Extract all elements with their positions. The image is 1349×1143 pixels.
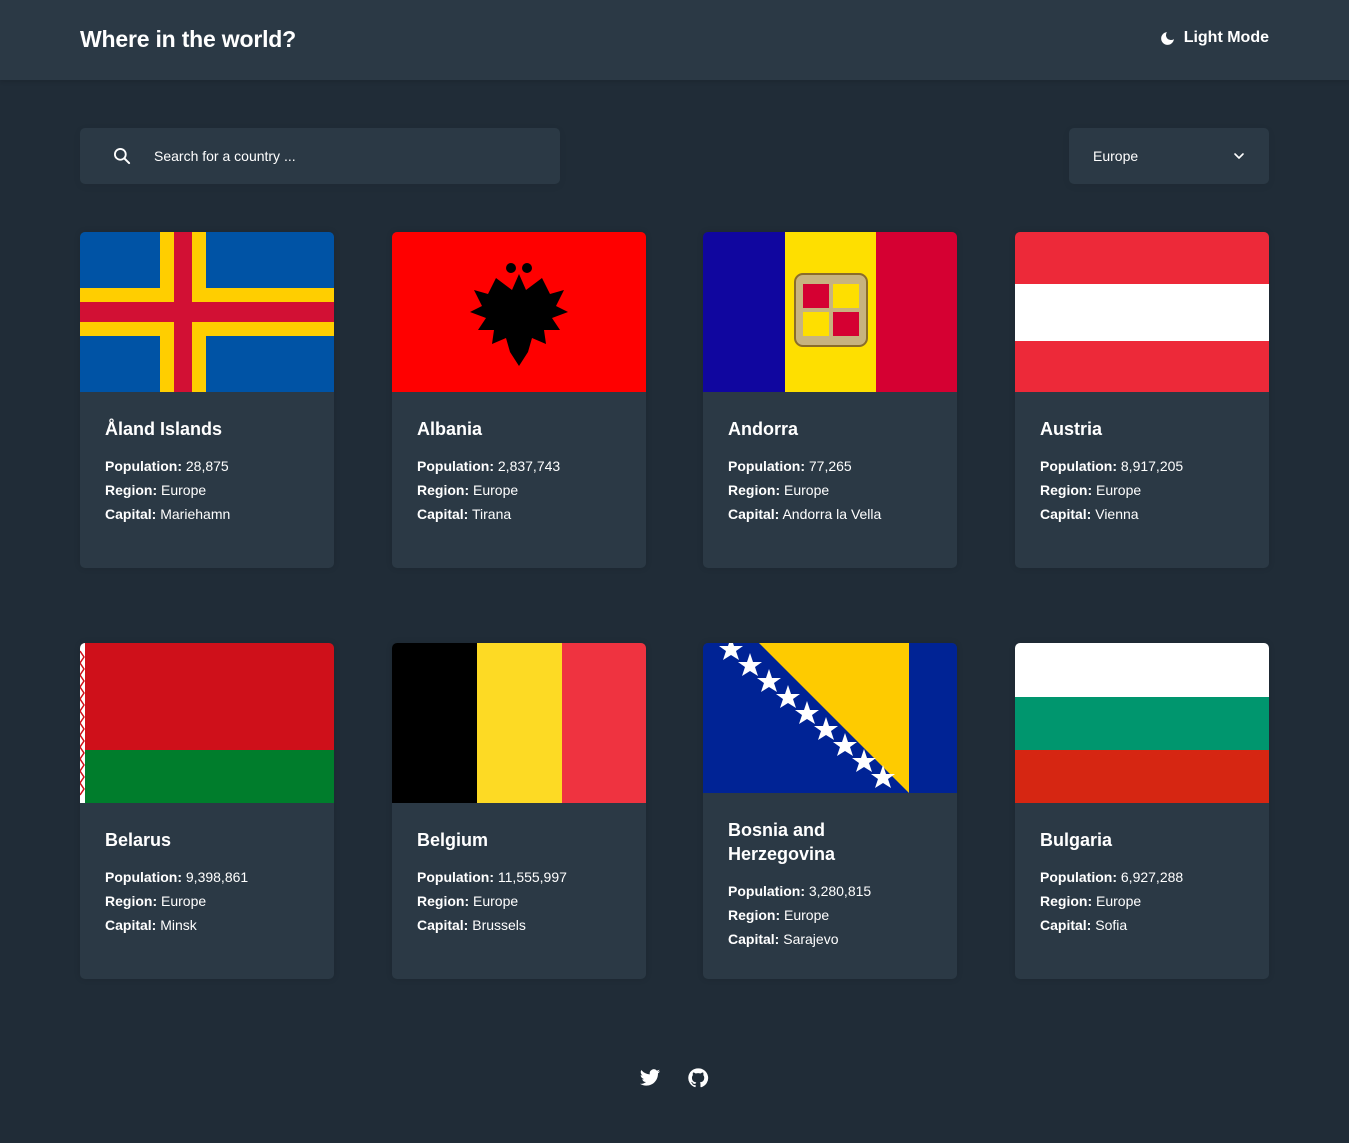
country-name: Albania — [417, 419, 483, 439]
country-card[interactable]: Bosnia and Herzegovina Population: 3,280… — [703, 643, 957, 979]
population-line: Population: 3,280,815 — [728, 883, 872, 899]
twitter-icon[interactable] — [639, 1067, 661, 1089]
region-line: Region: Europe — [728, 907, 830, 923]
population-line: Population: 6,927,288 — [1040, 869, 1184, 885]
country-card[interactable]: Andorra Population: 77,265 Region: Europ… — [703, 232, 957, 568]
population-line: Population: 11,555,997 — [417, 869, 567, 885]
albania-flag — [392, 232, 646, 392]
capital-line: Capital: Tirana — [417, 506, 512, 522]
population-line: Population: 2,837,743 — [417, 458, 561, 474]
country-card[interactable]: Bulgaria Population: 6,927,288 Region: E… — [1015, 643, 1269, 979]
github-icon[interactable] — [687, 1067, 709, 1089]
austria-flag — [1015, 232, 1269, 392]
region-line: Region: Europe — [417, 482, 519, 498]
country-name: Åland Islands — [105, 419, 223, 439]
region-line: Region: Europe — [105, 893, 207, 909]
region-filter-dropdown[interactable]: Europe — [1069, 128, 1269, 184]
population-line: Population: 9,398,861 — [105, 869, 249, 885]
moon-icon — [1159, 30, 1176, 47]
region-line: Region: Europe — [417, 893, 519, 909]
region-line: Region: Europe — [105, 482, 207, 498]
top-header: Where in the world? Light Mode — [0, 0, 1349, 80]
country-card[interactable]: Belarus Population: 9,398,861 Region: Eu… — [80, 643, 334, 979]
region-line: Region: Europe — [1040, 482, 1142, 498]
capital-line: Capital: Brussels — [417, 917, 526, 933]
search-box — [80, 128, 560, 184]
capital-line: Capital: Minsk — [105, 917, 197, 933]
mode-toggle-label: Light Mode — [1183, 29, 1269, 46]
light-mode-toggle[interactable]: Light Mode — [1159, 29, 1269, 47]
country-card[interactable]: Austria Population: 8,917,205 Region: Eu… — [1015, 232, 1269, 568]
capital-line: Capital: Sarajevo — [728, 931, 839, 947]
aland-islands-flag — [80, 232, 334, 392]
population-line: Population: 8,917,205 — [1040, 458, 1184, 474]
region-line: Region: Europe — [728, 482, 830, 498]
andorra-flag — [703, 232, 957, 392]
country-card[interactable]: Åland Islands Population: 28,875 Region:… — [80, 232, 334, 568]
population-line: Population: 28,875 — [105, 458, 229, 474]
chevron-down-icon — [1234, 153, 1244, 159]
bosnia-and-herzegovina-flag — [703, 643, 957, 793]
country-name: Austria — [1040, 419, 1103, 439]
belarus-flag — [80, 643, 334, 803]
capital-line: Capital: Andorra la Vella — [728, 506, 882, 522]
region-line: Region: Europe — [1040, 893, 1142, 909]
country-card[interactable]: Belgium Population: 11,555,997 Region: E… — [392, 643, 646, 979]
region-filter-value: Europe — [1093, 148, 1139, 164]
bulgaria-flag — [1015, 643, 1269, 803]
search-icon — [114, 148, 131, 165]
country-name: Bosnia and Herzegovina — [728, 820, 836, 864]
country-card[interactable]: Albania Population: 2,837,743 Region: Eu… — [392, 232, 646, 568]
country-name: Bulgaria — [1040, 830, 1113, 850]
capital-line: Capital: Sofia — [1040, 917, 1128, 933]
country-name: Belarus — [105, 830, 172, 850]
capital-line: Capital: Vienna — [1040, 506, 1139, 522]
footer-social-links — [639, 1067, 709, 1089]
page-title: Where in the world? — [80, 26, 296, 52]
capital-line: Capital: Mariehamn — [105, 506, 231, 522]
country-name: Andorra — [728, 419, 799, 439]
population-line: Population: 77,265 — [728, 458, 852, 474]
country-name: Belgium — [417, 830, 489, 850]
belgium-flag — [392, 643, 646, 803]
search-input[interactable] — [154, 128, 534, 184]
